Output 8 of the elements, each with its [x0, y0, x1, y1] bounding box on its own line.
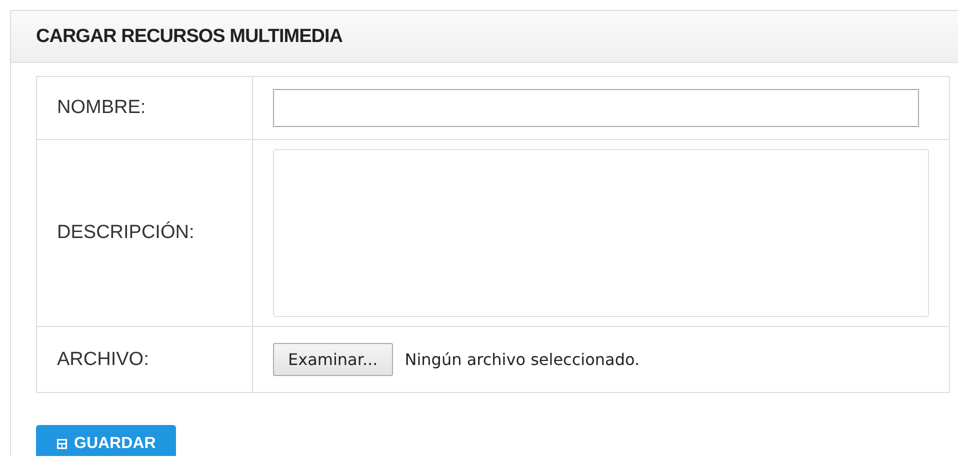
field-label: NOMBRE:	[57, 97, 146, 118]
field-label: DESCRIPCIÓN:	[57, 222, 194, 243]
panel-title: CARGAR RECURSOS MULTIMEDIA	[36, 26, 342, 48]
field-label: ARCHIVO:	[57, 348, 149, 370]
browse-button[interactable]: Examinar...	[273, 343, 393, 376]
file-status: Ningún archivo seleccionado.	[404, 350, 640, 369]
name-input[interactable]	[273, 89, 919, 127]
save-icon	[56, 438, 68, 450]
